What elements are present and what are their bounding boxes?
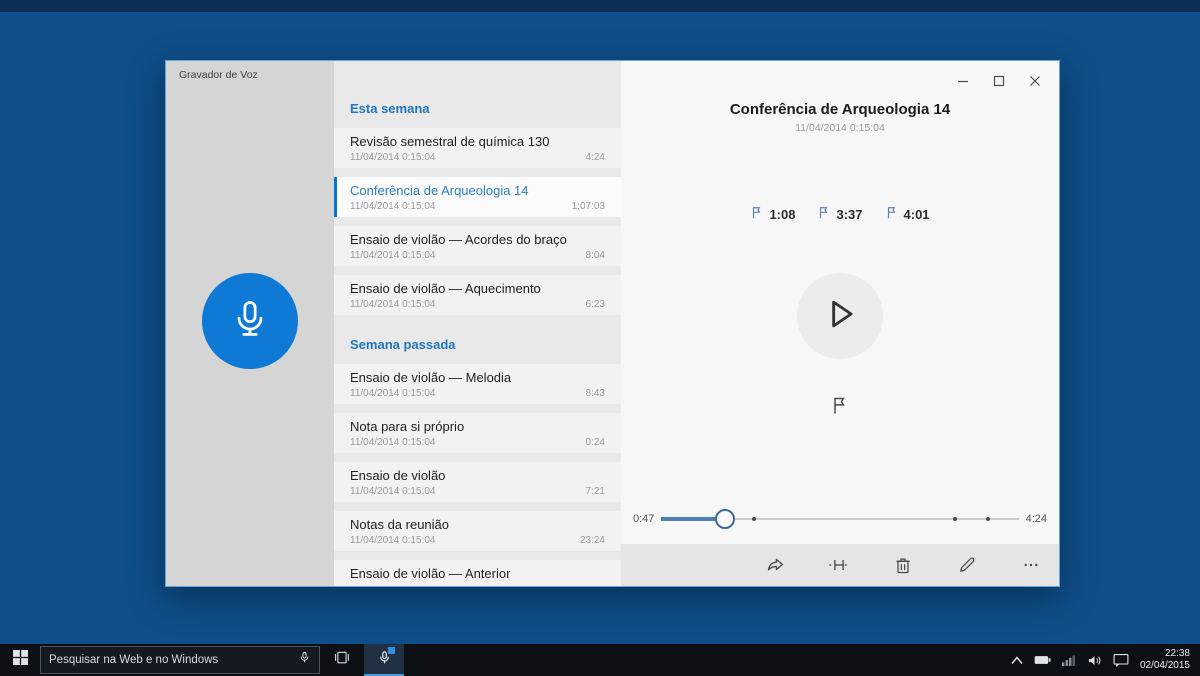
voice-recorder-window: Gravador de Voz Esta semana Revisão seme… [165, 60, 1060, 587]
more-button[interactable] [1019, 553, 1043, 577]
current-time-label: 0:47 [633, 513, 655, 525]
window-title: Gravador de Voz [179, 69, 258, 81]
recording-title: Ensaio de violão — Anterior [350, 566, 511, 581]
task-view-button[interactable] [320, 644, 364, 676]
recording-duration: 4:24 [585, 152, 605, 163]
marker-time: 1:08 [769, 207, 796, 222]
recording-title: Nota para si próprio [350, 419, 465, 434]
slider-marker-dot [953, 517, 957, 521]
recording-date: 11/04/2014 0:15:04 [350, 152, 436, 163]
clock-time: 22:38 [1164, 647, 1190, 659]
window-controls [945, 67, 1053, 94]
list-item[interactable]: Ensaio de violão — Acordes do braço 11/0… [334, 226, 621, 266]
desktop: Gravador de Voz Esta semana Revisão seme… [0, 0, 1200, 676]
flag-icon [750, 206, 764, 223]
recording-title: Ensaio de violão — Aquecimento [350, 281, 541, 296]
recording-title: Ensaio de violão [350, 468, 446, 483]
recording-title: Conferência de Arqueologia 14 [350, 183, 529, 198]
recording-duration: 7:21 [585, 486, 605, 497]
flag-icon [830, 396, 850, 421]
volume-icon[interactable] [1082, 644, 1108, 676]
recording-title: Ensaio de violão — Acordes do braço [350, 232, 567, 247]
tray-chevron-up-icon[interactable] [1004, 644, 1030, 676]
total-time-label: 4:24 [1025, 513, 1047, 525]
recording-date: 11/04/2014 0:15:04 [350, 299, 436, 310]
flag-marker[interactable]: 1:08 [750, 206, 795, 223]
share-button[interactable] [763, 553, 787, 577]
list-item[interactable]: Notas da reunião 11/04/2014 0:15:04 23:24 [334, 511, 621, 551]
maximize-button[interactable] [981, 67, 1017, 94]
search-microphone-icon [298, 650, 311, 670]
list-item[interactable]: Ensaio de violão — Anterior [334, 560, 621, 586]
flag-markers: 1:08 3:37 4:01 [750, 206, 930, 223]
recording-date: 11/04/2014 0:15:04 [350, 437, 436, 448]
search-placeholder: Pesquisar na Web e no Windows [49, 654, 219, 666]
seek-slider[interactable] [661, 508, 1019, 530]
recording-date: 11/04/2014 0:15:04 [350, 250, 436, 261]
desktop-wallpaper-band [0, 0, 1200, 12]
system-tray: 22:38 02/04/2015 [1004, 644, 1200, 676]
start-button[interactable] [0, 644, 40, 676]
battery-icon[interactable] [1030, 644, 1056, 676]
delete-button[interactable] [891, 553, 915, 577]
flag-marker[interactable]: 4:01 [885, 206, 930, 223]
player-recording-title: Conferência de Arqueologia 14 [729, 101, 951, 118]
section-header-last-week: Semana passada [350, 337, 456, 352]
recording-duration: 1:07:03 [571, 201, 605, 212]
list-item[interactable]: Ensaio de violão 11/04/2014 0:15:04 7:21 [334, 462, 621, 502]
recording-title: Notas da reunião [350, 517, 450, 532]
marker-time: 4:01 [903, 207, 930, 222]
taskbar-search[interactable]: Pesquisar na Web e no Windows [40, 646, 320, 674]
recording-date: 11/04/2014 0:15:04 [350, 201, 436, 212]
list-item[interactable]: Ensaio de violão — Melodia 11/04/2014 0:… [334, 364, 621, 404]
slider-marker-dot [751, 517, 756, 521]
windows-logo-icon [12, 650, 28, 670]
network-icon[interactable] [1056, 644, 1082, 676]
recording-title: Ensaio de violão — Melodia [350, 370, 512, 385]
trim-button[interactable] [827, 553, 851, 577]
task-view-icon [333, 650, 351, 670]
recording-duration: 23:24 [579, 535, 605, 546]
minimize-button[interactable] [945, 67, 981, 94]
taskbar: Pesquisar na Web e no Windows 22:38 02/0… [0, 644, 1200, 676]
recordings-list: Esta semana Revisão semestral de química… [334, 61, 621, 586]
list-item[interactable]: Ensaio de violão — Aquecimento 11/04/201… [334, 275, 621, 315]
record-pane: Gravador de Voz [166, 61, 334, 586]
recording-date: 11/04/2014 0:15:04 [350, 486, 436, 497]
clock-date: 02/04/2015 [1139, 660, 1190, 671]
slider-thumb[interactable] [714, 509, 735, 529]
recording-date: 11/04/2014 0:15:04 [350, 535, 436, 546]
add-flag-button[interactable] [827, 395, 853, 421]
record-button[interactable] [202, 273, 298, 369]
recording-duration: 0:24 [585, 437, 605, 448]
player-recording-date: 11/04/2014 0:15:04 [795, 122, 885, 134]
rename-button[interactable] [955, 553, 979, 577]
slider-marker-dot [985, 517, 990, 521]
recording-title: Revisão semestral de química 130 [350, 134, 550, 149]
flag-marker[interactable]: 3:37 [817, 206, 863, 223]
list-item[interactable]: Nota para si próprio 11/04/2014 0:15:04 0… [334, 413, 621, 453]
flag-icon [885, 206, 899, 223]
recording-date: 11/04/2014 0:15:04 [350, 388, 436, 399]
play-icon [821, 295, 859, 338]
close-button[interactable] [1017, 67, 1053, 94]
recording-duration: 8:43 [585, 388, 605, 399]
list-item-selected[interactable]: Conferência de Arqueologia 14 11/04/2014… [334, 177, 621, 217]
section-header-this-week: Esta semana [350, 101, 430, 116]
flag-icon [817, 206, 831, 223]
recording-duration: 6:23 [585, 299, 605, 310]
microphone-icon [228, 297, 272, 346]
voice-recorder-app-icon [377, 647, 395, 671]
action-center-icon[interactable] [1108, 644, 1134, 676]
recording-duration: 8:04 [585, 250, 605, 261]
playback-slider-row: 0:47 4:24 [633, 508, 1047, 530]
list-item[interactable]: Revisão semestral de química 130 11/04/2… [334, 128, 621, 168]
taskbar-app-voice-recorder[interactable] [364, 644, 404, 676]
player-toolbar [621, 544, 1059, 586]
play-button[interactable] [797, 273, 883, 359]
taskbar-clock[interactable]: 22:38 02/04/2015 [1134, 644, 1200, 676]
marker-time: 3:37 [836, 207, 863, 222]
player-pane: Conferência de Arqueologia 14 11/04/2014… [621, 61, 1059, 586]
